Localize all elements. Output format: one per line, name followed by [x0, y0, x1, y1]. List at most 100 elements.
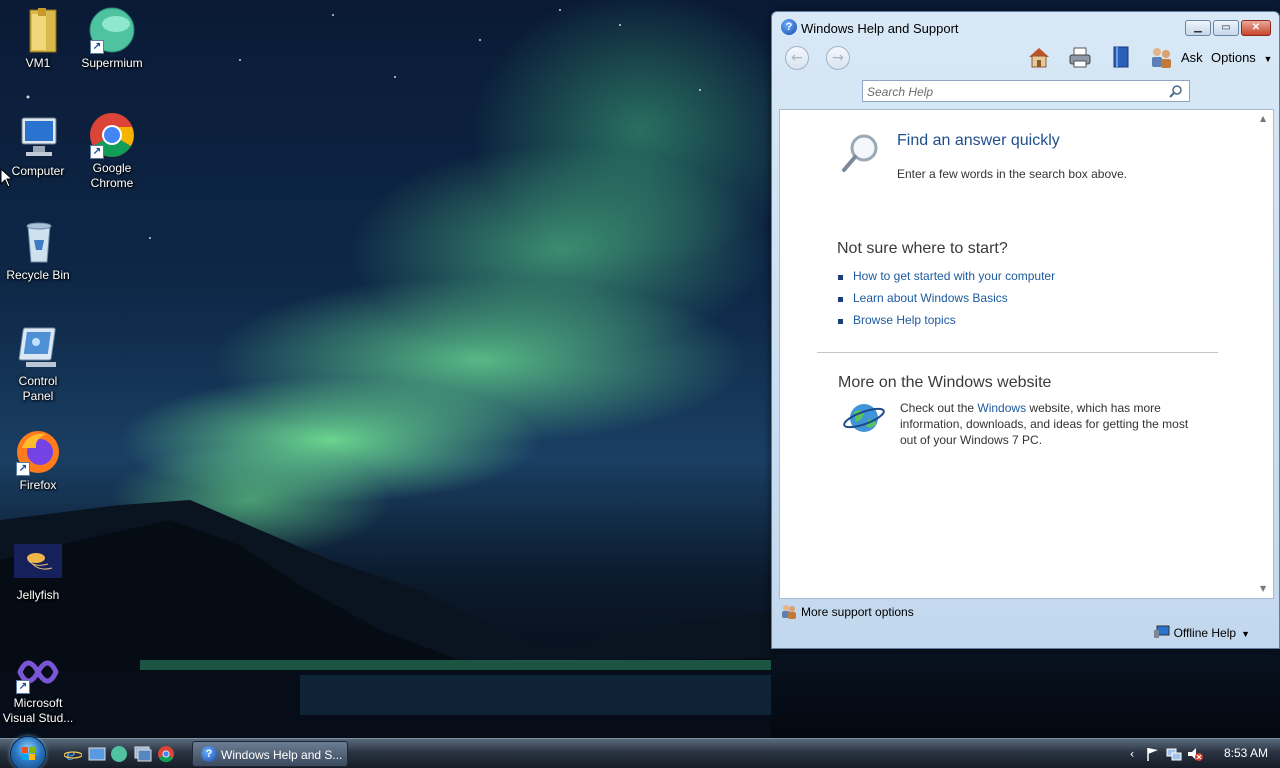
- more-website-body: Check out the Windows website, which has…: [900, 400, 1200, 448]
- desktop-icon-label: Microsoft Visual Stud...: [2, 696, 74, 725]
- desktop-icon-vm1[interactable]: VM1: [0, 6, 76, 71]
- shortcut-arrow-icon: ↗: [16, 680, 30, 694]
- more-support-options-button[interactable]: More support options: [781, 603, 914, 619]
- chrome-taskbar-icon[interactable]: [157, 745, 175, 763]
- globe-icon: [843, 404, 885, 432]
- svg-text:e: e: [66, 745, 75, 763]
- bullet-icon: [838, 297, 843, 302]
- ask-label[interactable]: Ask: [1181, 50, 1203, 65]
- content-scrollbar[interactable]: ▲ ▼: [1257, 110, 1273, 598]
- firefox-icon: ↗: [14, 428, 62, 476]
- bullet-icon: [838, 319, 843, 324]
- find-answer-description: Enter a few words in the search box abov…: [897, 167, 1128, 181]
- link-browse-help-topics[interactable]: Browse Help topics: [853, 313, 956, 327]
- ask-button[interactable]: [1148, 44, 1174, 70]
- magnifier-icon: [842, 134, 878, 172]
- taskbar: e ? Windows Help and S... ‹ 8:53 AM: [0, 736, 1280, 768]
- shortcut-arrow-icon: ↗: [90, 145, 104, 159]
- desktop-icon-supermium[interactable]: ↗ Supermium: [74, 6, 150, 71]
- taskbar-button-label: Windows Help and S...: [221, 748, 343, 762]
- options-label: Options: [1211, 50, 1256, 65]
- scroll-down-icon[interactable]: ▼: [1260, 584, 1266, 593]
- offline-help-menu[interactable]: Offline Help ▼: [1153, 625, 1250, 640]
- back-arrow-icon: ←: [791, 50, 803, 66]
- scroll-up-icon[interactable]: ▲: [1260, 114, 1266, 123]
- section-divider: [817, 352, 1218, 353]
- chevron-down-icon: ▼: [1241, 629, 1250, 639]
- windows-website-link[interactable]: Windows: [977, 401, 1026, 415]
- minimize-button[interactable]: ▁: [1185, 20, 1211, 36]
- offline-help-label: Offline Help: [1173, 626, 1237, 640]
- forward-button[interactable]: →: [826, 46, 850, 70]
- start-button[interactable]: [10, 736, 46, 768]
- browse-help-button[interactable]: [1108, 44, 1134, 70]
- options-menu[interactable]: Options ▼: [1211, 50, 1272, 65]
- close-icon: ✕: [1251, 22, 1261, 33]
- help-status-area: More support options Offline Help ▼: [779, 599, 1274, 647]
- printer-icon: [1069, 47, 1091, 68]
- find-answer-title: Find an answer quickly: [897, 132, 1060, 149]
- desktop-icon-visual-studio[interactable]: ↗ Microsoft Visual Stud...: [0, 646, 76, 726]
- minimize-icon: ▁: [1194, 22, 1202, 33]
- control-panel-icon: [14, 324, 62, 372]
- search-input[interactable]: [867, 84, 1167, 99]
- search-help-box[interactable]: [862, 80, 1190, 102]
- more-support-label: More support options: [801, 605, 914, 619]
- help-icon: ?: [781, 19, 797, 35]
- desktop-icon-label: Jellyfish: [16, 588, 60, 602]
- show-desktop-icon[interactable]: [88, 745, 106, 763]
- network-icon[interactable]: [1166, 746, 1182, 762]
- recycle-bin-icon: [14, 218, 62, 266]
- desktop-icon-control-panel[interactable]: Control Panel: [0, 324, 76, 404]
- help-and-support-window[interactable]: ? Windows Help and Support ▁ ▭ ✕ ← → Ask…: [771, 11, 1280, 649]
- desktop-icon-label: Recycle Bin: [6, 268, 70, 282]
- chevron-down-icon: ▼: [1263, 54, 1273, 64]
- visual-studio-icon: ↗: [14, 646, 62, 694]
- shortcut-arrow-icon: ↗: [90, 40, 104, 54]
- show-hidden-icons-icon[interactable]: ‹: [1124, 746, 1140, 762]
- link-get-started[interactable]: How to get started with your computer: [853, 269, 1055, 283]
- desktop-icon-recycle-bin[interactable]: Recycle Bin: [0, 218, 76, 283]
- help-content-pane: Find an answer quickly Enter a few words…: [779, 109, 1274, 599]
- maximize-icon: ▭: [1221, 22, 1231, 33]
- people-icon: [1152, 48, 1171, 68]
- chrome-icon: ↗: [88, 111, 136, 159]
- forward-arrow-icon: →: [832, 50, 844, 66]
- shortcut-arrow-icon: ↗: [16, 462, 30, 476]
- support-people-icon: [782, 605, 796, 619]
- help-toolbar: ← → Ask Options ▼: [779, 40, 1274, 112]
- desktop-icon-label: Firefox: [19, 478, 57, 492]
- book-icon: [1113, 46, 1129, 68]
- supermium-icon: ↗: [88, 6, 136, 54]
- action-center-flag-icon[interactable]: [1145, 746, 1161, 762]
- link-windows-basics[interactable]: Learn about Windows Basics: [853, 291, 1008, 305]
- jellyfish-icon: [14, 538, 62, 586]
- desktop-icon-jellyfish[interactable]: Jellyfish: [0, 538, 76, 603]
- clock[interactable]: 8:53 AM: [1224, 746, 1268, 760]
- desktop-icon-firefox[interactable]: ↗ Firefox: [0, 428, 76, 493]
- volume-muted-icon[interactable]: [1187, 746, 1203, 762]
- window-title: Windows Help and Support: [801, 21, 959, 36]
- bullet-icon: [838, 275, 843, 280]
- supermium-taskbar-icon[interactable]: [110, 745, 128, 763]
- maximize-button[interactable]: ▭: [1213, 20, 1239, 36]
- back-button[interactable]: ←: [785, 46, 809, 70]
- internet-explorer-icon[interactable]: e: [64, 745, 82, 763]
- help-home-button[interactable]: [1026, 44, 1052, 70]
- search-icon[interactable]: [1169, 84, 1183, 98]
- home-icon: [1029, 48, 1049, 68]
- close-button[interactable]: ✕: [1241, 20, 1271, 36]
- windows-logo-icon: [22, 747, 35, 760]
- switch-windows-icon[interactable]: [134, 745, 152, 763]
- desktop-icon-label: Google Chrome: [90, 161, 134, 190]
- desktop-icon-label: Control Panel: [18, 374, 58, 403]
- mouse-cursor-icon: [0, 168, 12, 188]
- computer-icon: [14, 114, 62, 162]
- desktop-icon-chrome[interactable]: ↗ Google Chrome: [74, 111, 150, 191]
- title-bar[interactable]: ? Windows Help and Support ▁ ▭ ✕: [772, 12, 1279, 38]
- folder-icon: [14, 6, 62, 54]
- print-button[interactable]: [1067, 44, 1093, 70]
- taskbar-button-help-and-support[interactable]: ? Windows Help and S...: [192, 741, 348, 767]
- more-body-text-start: Check out the: [900, 401, 978, 415]
- more-website-title: More on the Windows website: [838, 374, 1052, 391]
